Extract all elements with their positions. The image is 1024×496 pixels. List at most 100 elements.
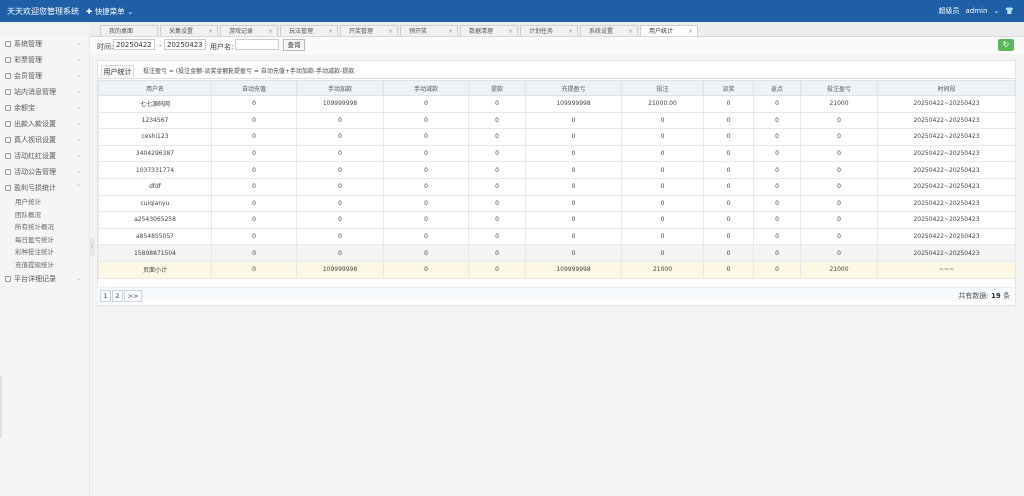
- tab-play[interactable]: 玩法管理 ×: [280, 25, 338, 36]
- close-icon[interactable]: ×: [688, 26, 693, 37]
- column-header: 投注: [621, 80, 704, 96]
- tab-label: 数据清理: [469, 28, 494, 35]
- close-icon[interactable]: ×: [628, 26, 633, 37]
- query-button[interactable]: 查询: [283, 39, 305, 51]
- page-1-button[interactable]: 1: [100, 290, 111, 302]
- sidebar-item-label: 出款入款设置: [14, 120, 56, 128]
- table-cell: 0: [525, 128, 622, 146]
- tab-user-stats-panel[interactable]: 用户统计: [101, 65, 134, 78]
- column-header: 用户名: [98, 80, 212, 96]
- chevron-down-icon: ⌄: [75, 136, 81, 143]
- user-name[interactable]: admin: [965, 7, 987, 15]
- sidebar-item-platform-records[interactable]: 平台详细记录 ⌄: [0, 271, 89, 287]
- total-cell: 0: [468, 260, 526, 279]
- stats-table: 用户名 自动充值 手动加款 手动减款 提款 充提盈亏 投注 派奖 返点 投注盈亏 时间段 七七源码网…: [98, 80, 1016, 279]
- column-header: 充提盈亏: [525, 80, 622, 96]
- chevron-down-icon: ⌄: [127, 7, 134, 16]
- table-cell: 0: [753, 211, 801, 229]
- sidebar-item-messages[interactable]: 站内消息管理 ⌄: [0, 84, 89, 100]
- table-cell: 1234567: [98, 111, 212, 130]
- close-icon[interactable]: ×: [268, 26, 273, 37]
- tab-desktop[interactable]: 我的桌面: [100, 25, 158, 36]
- table-cell: 0: [383, 194, 469, 213]
- sidebar-item-announcements[interactable]: 活动公告管理 ⌄: [0, 164, 89, 180]
- table-cell: 0: [211, 161, 297, 179]
- close-icon[interactable]: ×: [448, 26, 453, 37]
- close-icon[interactable]: ×: [508, 26, 513, 37]
- sidebar-sub-team[interactable]: 团队概况: [0, 209, 89, 222]
- tab-game-records[interactable]: 游戏记录 ×: [220, 25, 278, 36]
- sidebar-item-label: 站内消息管理: [14, 88, 56, 96]
- close-icon[interactable]: ×: [388, 26, 393, 37]
- sidebar-item-deposit-withdraw[interactable]: 出款入款设置 ⌄: [0, 116, 89, 132]
- sidebar-sub-daily[interactable]: 每日盈亏统计: [0, 234, 89, 247]
- sidebar-collapse-handle[interactable]: ‹: [89, 238, 95, 256]
- table-cell: 0: [753, 111, 801, 130]
- sidebar-item-yuebao[interactable]: 余额宝 ⌄: [0, 100, 89, 116]
- table-cell: 0: [753, 128, 801, 146]
- next-page-button[interactable]: >>: [124, 290, 142, 302]
- table-cell: 0: [211, 95, 297, 113]
- tab-data-clean[interactable]: 数据清理 ×: [460, 25, 518, 36]
- sidebar-sub-recharge[interactable]: 充值提现统计: [0, 259, 89, 272]
- sidebar-item-red-packet[interactable]: 活动红红设置 ⌄: [0, 148, 89, 164]
- table-cell: 0: [296, 244, 384, 262]
- start-date-input[interactable]: 20250422: [113, 39, 155, 50]
- sidebar-item-members[interactable]: 会员管理 ⌄: [0, 68, 89, 84]
- sidebar-item-profit-stats[interactable]: 盈利亏损统计 ⌃: [0, 180, 89, 196]
- date-separator: -: [159, 42, 162, 50]
- sidebar-item-live-video[interactable]: 真人视讯设置 ⌄: [0, 132, 89, 148]
- chart-icon: [5, 185, 11, 191]
- sidebar-item-label: 平台详细记录: [14, 275, 56, 283]
- table-cell: 0: [621, 211, 704, 229]
- shirt-icon[interactable]: 👕: [1005, 7, 1014, 15]
- close-icon[interactable]: ×: [328, 26, 333, 37]
- total-cell: 21000: [800, 260, 878, 279]
- tab-draw[interactable]: 开奖管理 ×: [340, 25, 398, 36]
- page-tabs: 我的桌面 采集设置 × 游戏记录 × 玩法管理 × 开奖管理 × 预开奖 × 数据清理 × …: [90, 22, 1024, 37]
- close-icon[interactable]: ×: [568, 26, 573, 37]
- sidebar-sub-all-stats[interactable]: 所有统计概况: [0, 221, 89, 234]
- tab-pre-draw[interactable]: 预开奖 ×: [400, 25, 458, 36]
- tab-label: 预开奖: [409, 28, 428, 35]
- notice-icon: [5, 169, 11, 175]
- refresh-button[interactable]: ↻: [998, 39, 1014, 51]
- sidebar-item-system[interactable]: 系统管理 ⌄: [0, 36, 89, 52]
- table-cell: 1037331774: [98, 161, 212, 179]
- table-cell: 20250422~20250423: [877, 144, 1016, 163]
- table-cell: 0: [621, 128, 704, 146]
- table-cell: 0: [296, 194, 384, 213]
- sidebar-item-label: 余额宝: [14, 104, 35, 112]
- table-cell: 0: [703, 161, 754, 179]
- table-cell: 0: [621, 161, 704, 179]
- tab-collect[interactable]: 采集设置 ×: [160, 25, 218, 36]
- table-cell: 0: [621, 194, 704, 213]
- sidebar-item-label: 真人视讯设置: [14, 136, 56, 144]
- sidebar-item-lottery[interactable]: 彩票管理 ⌄: [0, 52, 89, 68]
- user-area[interactable]: 超级员 admin ⌄ 👕: [938, 6, 1014, 16]
- table-cell: 0: [525, 177, 622, 196]
- tab-system[interactable]: 系统设置 ×: [580, 25, 638, 36]
- column-header: 自动充值: [211, 80, 297, 96]
- table-cell: 0: [703, 111, 754, 130]
- quick-menu[interactable]: ✚ 快捷菜单 ⌄: [86, 6, 133, 17]
- sidebar-sub-lottery-bets[interactable]: 彩种投注统计: [0, 246, 89, 259]
- tab-user-stats[interactable]: 用户统计 ×: [640, 25, 698, 36]
- table-cell: 0: [296, 128, 384, 146]
- tab-plan-task[interactable]: 计划任务 ×: [520, 25, 578, 36]
- end-date-input[interactable]: 20250423: [164, 39, 206, 50]
- page-2-button[interactable]: 2: [112, 290, 123, 302]
- table-cell: 0: [753, 95, 801, 113]
- sidebar-sub-user-stats[interactable]: 用户统计: [0, 196, 89, 209]
- video-icon: [5, 137, 11, 143]
- chevron-down-icon: ⌄: [75, 120, 81, 127]
- table-cell: 109999998: [525, 95, 622, 113]
- table-cell: dfdf: [98, 177, 212, 196]
- close-icon[interactable]: ×: [208, 26, 213, 37]
- bet-profit-formula: 投注盈亏 = (投注金额-派奖金额): [143, 68, 231, 75]
- username-input[interactable]: [235, 39, 279, 50]
- table-cell: 20250422~20250423: [877, 161, 1016, 179]
- total-cell: 0: [753, 260, 801, 279]
- record-count: 共有数据: 19 条: [958, 291, 1010, 301]
- table-row: 七七源码网 0 109999998 0 0 109999998 21000.00 0 0 2100…: [98, 95, 1016, 113]
